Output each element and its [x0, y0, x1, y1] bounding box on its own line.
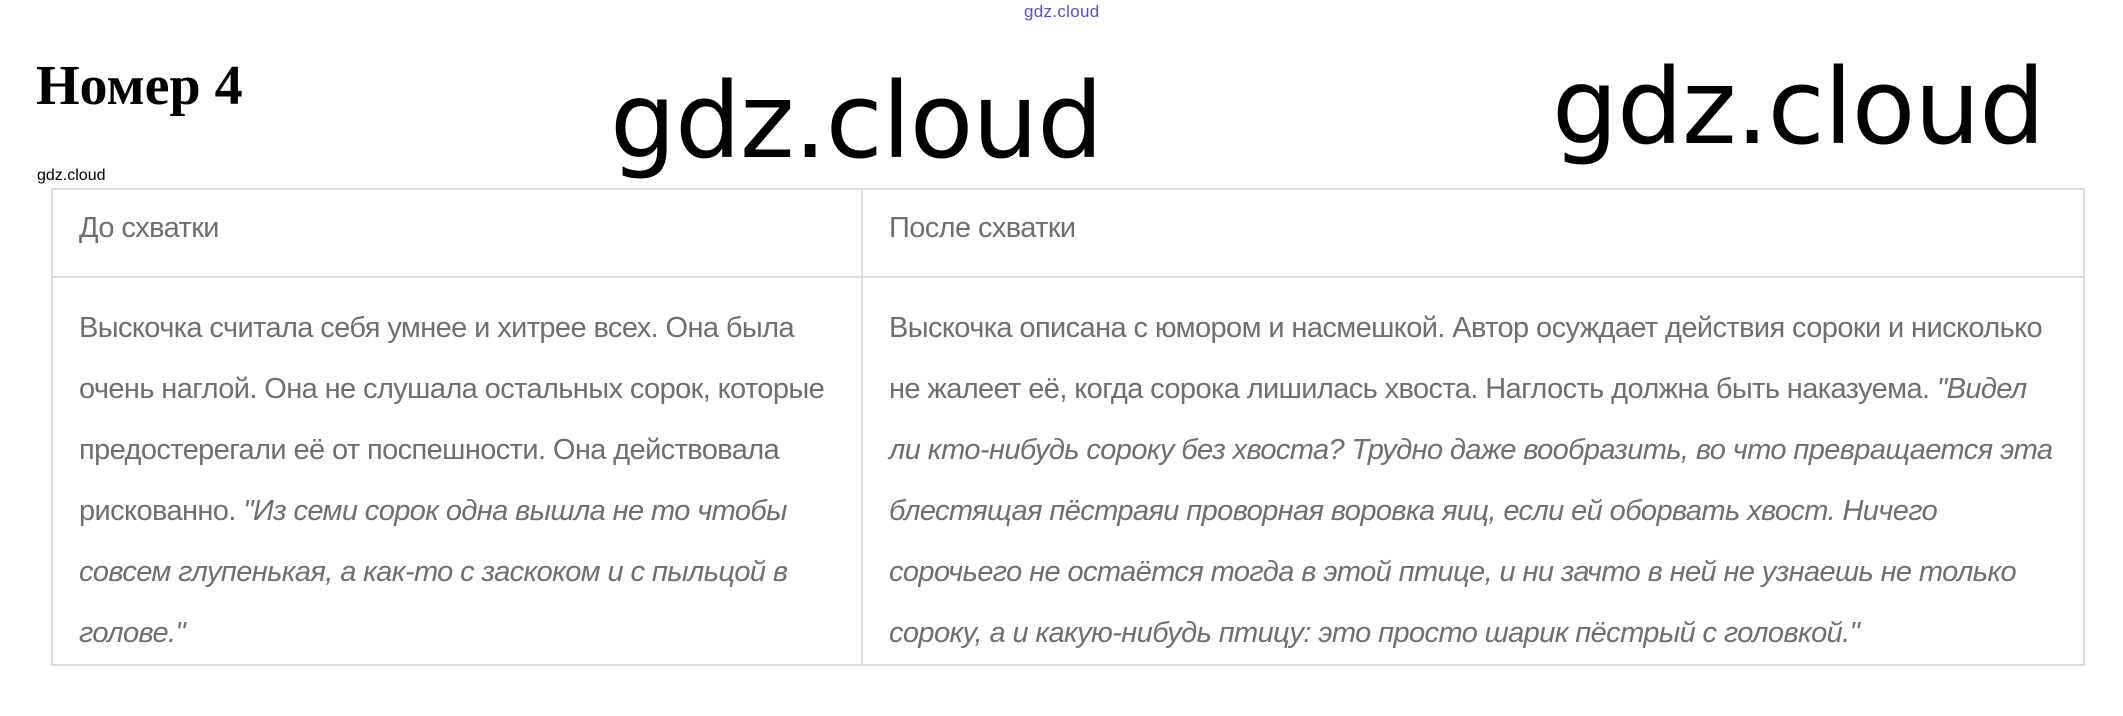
comparison-table-container: До схватки После схватки Выскочка считал…	[51, 188, 2085, 666]
cell-after-fight: Выскочка описана с юмором и насмешкой. А…	[861, 276, 2085, 666]
header-before-fight: До схватки	[51, 188, 863, 278]
page-title: Номер 4	[36, 55, 243, 117]
cell-before-fight: Выскочка считала себя умнее и хитрее все…	[51, 276, 863, 666]
watermark-small: gdz.cloud	[37, 167, 106, 184]
table-row: Выскочка считала себя умнее и хитрее все…	[51, 276, 2085, 666]
table-header-row: До схватки После схватки	[51, 188, 2085, 278]
cell-text: Выскочка описана с юмором и насмешкой. А…	[889, 312, 2043, 405]
header-after-fight: После схватки	[861, 188, 2085, 278]
watermark-large-right: gdz.cloud	[1552, 46, 2045, 168]
comparison-table: До схватки После схватки Выскочка считал…	[51, 188, 2085, 666]
watermark-top: gdz.cloud	[1024, 2, 1100, 21]
watermark-large-left: gdz.cloud	[610, 60, 1103, 182]
cell-quote: "Видел ли кто-нибудь сороку без хвоста? …	[889, 373, 2053, 649]
